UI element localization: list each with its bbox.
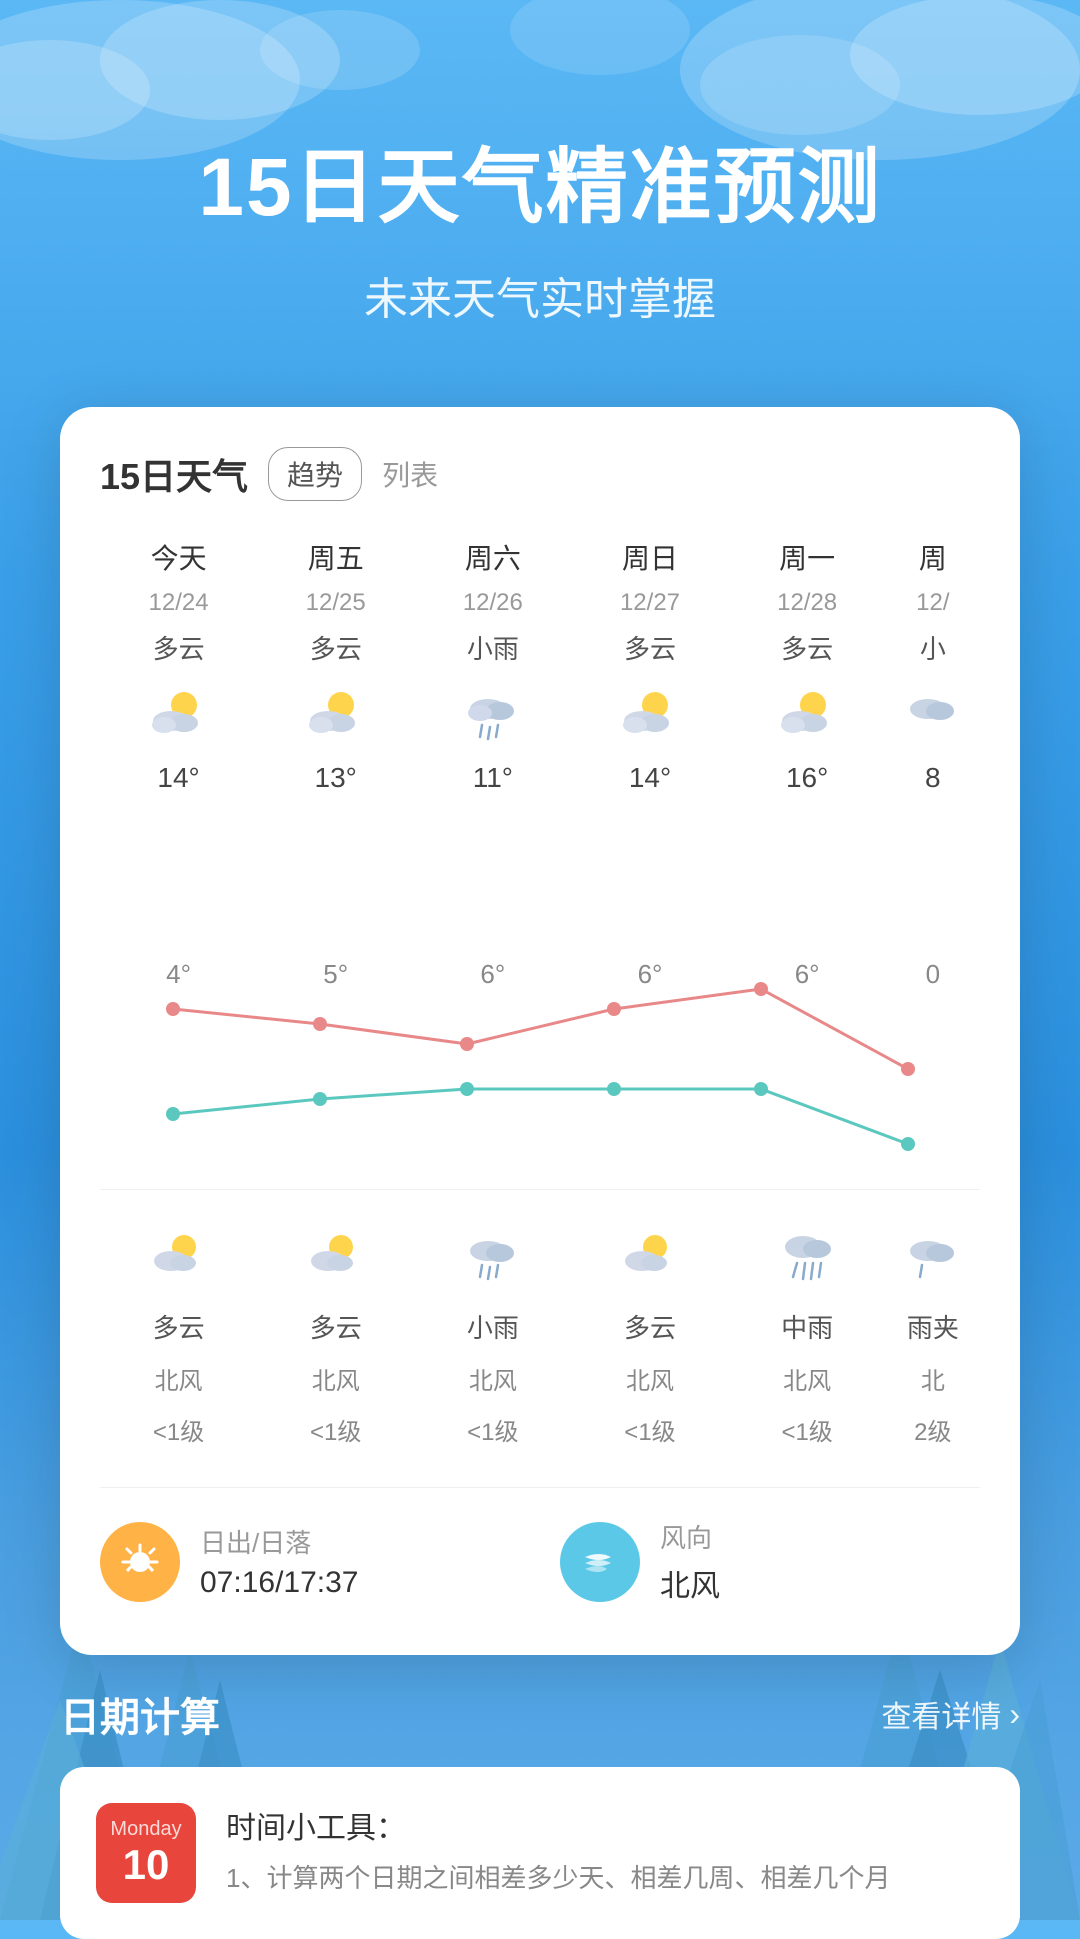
weather-card: 15日天气 趋势 列表 今天 12/24 多云 14° [60, 407, 1020, 1655]
wind-value: 北风 [660, 1561, 720, 1605]
night-col-4: 中雨 北风 <1级 [729, 1220, 886, 1447]
day-col-2: 周六 12/26 小雨 11° [414, 537, 571, 794]
separator [100, 1189, 980, 1190]
tool-num: 10 [123, 1841, 170, 1889]
hero-subtitle: 未来天气实时掌握 [198, 263, 881, 327]
weather-icon-5 [897, 678, 969, 750]
temperature-chart: 4° 5° 6° 6° 6° 0 [100, 959, 980, 1159]
sunrise-info: 日出/日落 07:16/17:37 [100, 1518, 520, 1605]
tab-trend[interactable]: 趋势 [268, 447, 362, 501]
tool-name: 时间小工具： [226, 1803, 890, 1847]
date-calc-section: 日期计算 查看详情 › Monday 10 时间小工具： 1、计算两个日期之间相… [60, 1685, 1020, 1939]
info-section: 日出/日落 07:16/17:37 风向 北风 [100, 1487, 980, 1605]
night-col-1: 多云 北风 <1级 [257, 1220, 414, 1447]
wind-label: 风向 [660, 1518, 720, 1555]
night-col-3: 多云 北风 <1级 [571, 1220, 728, 1447]
night-icon-5 [897, 1220, 969, 1292]
tool-desc: 1、计算两个日期之间相差多少天、相差几周、相差几个月 [226, 1859, 890, 1898]
date-calc-header: 日期计算 查看详情 › [60, 1685, 1020, 1743]
wind-info: 风向 北风 [560, 1518, 980, 1605]
night-icon-3 [614, 1220, 686, 1292]
night-col-2: 小雨 北风 <1级 [414, 1220, 571, 1447]
date-calc-link[interactable]: 查看详情 › [881, 1692, 1020, 1736]
day-col-4: 周一 12/28 多云 16° [729, 537, 886, 794]
tool-icon: Monday 10 [96, 1803, 196, 1903]
night-icon-0 [143, 1220, 215, 1292]
weather-icon-3 [614, 678, 686, 750]
night-icon-1 [300, 1220, 372, 1292]
sunrise-value: 07:16/17:37 [200, 1566, 358, 1600]
sunrise-label: 日出/日落 [200, 1523, 358, 1560]
day-name-row: 今天 12/24 多云 14° 周五 12/25 多云 [100, 537, 980, 794]
day-col-3: 周日 12/27 多云 14° [571, 537, 728, 794]
hero-title: 15日天气精准预测 [198, 120, 881, 239]
date-calc-title: 日期计算 [60, 1685, 220, 1743]
wind-icon [560, 1522, 640, 1602]
night-col-5: 雨夹 北 2级 [886, 1220, 980, 1447]
night-col-0: 多云 北风 <1级 [100, 1220, 257, 1447]
sunrise-icon [100, 1522, 180, 1602]
weather-icon-1 [300, 678, 372, 750]
tab-list[interactable]: 列表 [382, 454, 438, 494]
card-header: 15日天气 趋势 列表 [100, 447, 980, 501]
weather-icon-0 [143, 678, 215, 750]
night-icon-4 [771, 1220, 843, 1292]
night-weather-row: 多云 北风 <1级 多云 北风 <1级 [100, 1220, 980, 1447]
card-title: 15日天气 [100, 448, 248, 500]
weather-icon-4 [771, 678, 843, 750]
day-col-5: 周 12/ 小 8 [886, 537, 980, 794]
day-col-1: 周五 12/25 多云 13° [257, 537, 414, 794]
weather-icon-2 [457, 678, 529, 750]
hero-section: 15日天气精准预测 未来天气实时掌握 [138, 0, 941, 387]
day-col-0: 今天 12/24 多云 14° [100, 537, 257, 794]
date-calc-card: Monday 10 时间小工具： 1、计算两个日期之间相差多少天、相差几周、相差… [60, 1767, 1020, 1939]
night-icon-2 [457, 1220, 529, 1292]
